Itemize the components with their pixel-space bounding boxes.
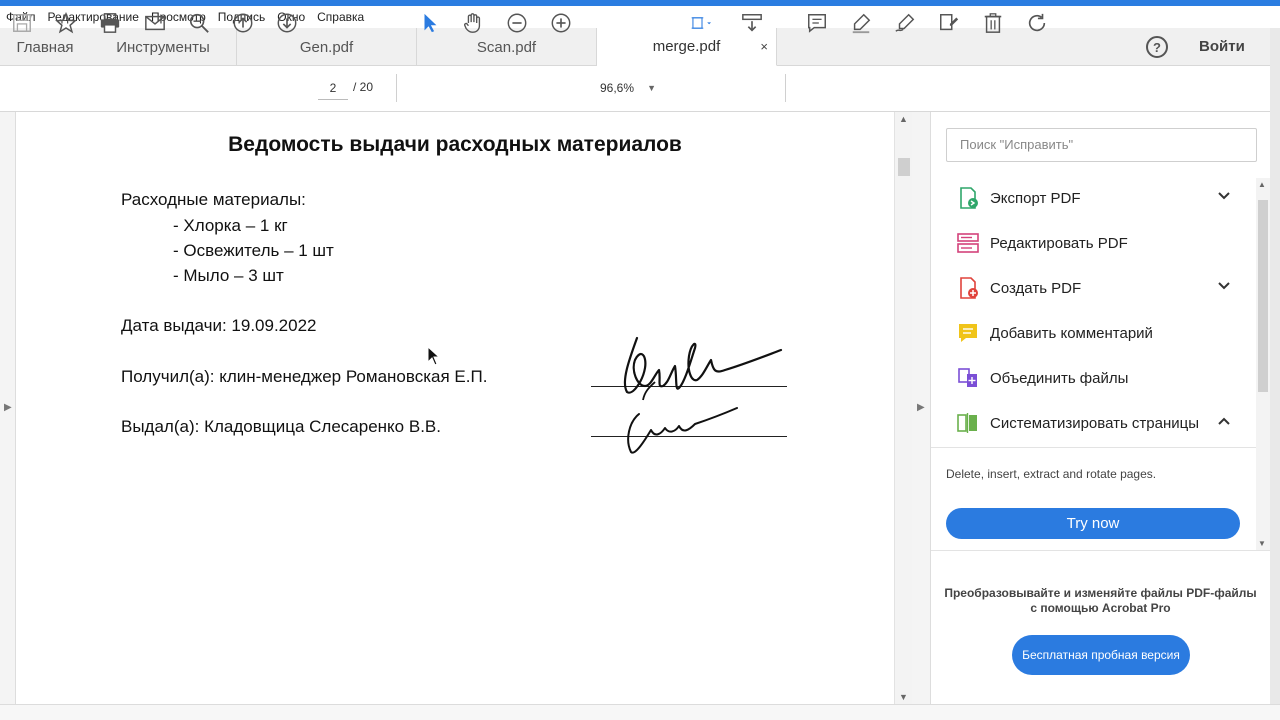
tab-label: merge.pdf <box>652 38 721 55</box>
create-pdf-icon <box>960 277 978 299</box>
promo-text: Преобразовывайте и изменяйте файлы PDF-ф… <box>931 586 1270 616</box>
help-icon[interactable]: ? <box>1146 36 1168 58</box>
material-item: - Хлорка – 1 кг <box>173 216 288 235</box>
chevron-down-icon: ▼ <box>647 83 656 93</box>
rotate-icon[interactable] <box>1025 11 1049 35</box>
zoom-search-icon[interactable] <box>187 11 211 35</box>
divider <box>931 447 1256 448</box>
tool-label: Экспорт PDF <box>990 189 1081 207</box>
free-trial-button[interactable]: Бесплатная пробная версия <box>1012 635 1190 675</box>
tools-scrollbar[interactable]: ▲ ▼ <box>1256 178 1270 550</box>
right-panel-toggle[interactable]: ▶ <box>912 112 931 704</box>
page-total: / 20 <box>353 80 374 94</box>
tab-gen-pdf[interactable]: Gen.pdf <box>237 28 417 66</box>
scroll-thumb[interactable] <box>1258 200 1268 392</box>
zoom-in-icon[interactable] <box>549 11 573 35</box>
tool-export-pdf[interactable]: Экспорт PDF <box>946 178 1242 218</box>
promo-line: Преобразовывайте и изменяйте файлы PDF-ф… <box>944 586 1257 600</box>
material-item: - Мыло – 3 шт <box>173 266 284 285</box>
sign-icon[interactable] <box>893 11 917 35</box>
tool-organize-pages[interactable]: Систематизировать страницы <box>946 403 1242 443</box>
tool-label: Редактировать PDF <box>990 234 1128 252</box>
chevron-right-icon: ▶ <box>917 402 925 413</box>
fit-page-icon[interactable] <box>685 11 719 35</box>
issue-date: Дата выдачи: 19.09.2022 <box>121 316 317 335</box>
document-title: Ведомость выдачи расходных материалов <box>228 133 682 156</box>
issued-by: Выдал(а): Кладовщица Слесаренко В.В. <box>121 417 441 436</box>
menu-help[interactable]: Справка <box>311 10 370 24</box>
organize-pages-icon <box>957 413 977 433</box>
scroll-down-icon[interactable]: ▼ <box>1258 539 1266 548</box>
mouse-cursor-icon <box>427 346 441 366</box>
tool-combine-files[interactable]: Объединить файлы <box>946 358 1242 398</box>
zoom-select[interactable]: 96,6% ▼ <box>592 76 662 100</box>
tab-label: Scan.pdf <box>476 38 537 56</box>
tool-label: Добавить комментарий <box>990 324 1153 342</box>
toolbar-divider <box>396 74 397 102</box>
edit-icon[interactable] <box>937 11 961 35</box>
toolbar-divider <box>785 74 786 102</box>
scroll-up-icon[interactable]: ▲ <box>1258 180 1266 189</box>
chevron-down-icon[interactable] <box>1216 278 1232 294</box>
try-now-button[interactable]: Try now <box>946 508 1240 539</box>
comment-tool-icon <box>959 324 977 342</box>
tool-create-pdf[interactable]: Создать PDF <box>946 268 1242 308</box>
promo-line: с помощью Acrobat Pro <box>1030 601 1171 615</box>
login-button[interactable]: Войти <box>1199 38 1245 55</box>
tool-label: Создать PDF <box>990 279 1082 297</box>
scroll-thumb[interactable] <box>898 158 910 176</box>
tool-add-comment[interactable]: Добавить комментарий <box>946 313 1242 353</box>
page-down-icon[interactable] <box>275 11 299 35</box>
window-edge <box>1270 28 1280 704</box>
export-pdf-icon <box>960 187 978 209</box>
close-tab-icon[interactable]: × <box>760 39 768 54</box>
chevron-down-icon[interactable] <box>1216 188 1232 204</box>
edit-pdf-icon <box>957 233 979 253</box>
document-scrollbar[interactable]: ▲ ▼ <box>894 112 912 704</box>
comment-icon[interactable] <box>805 11 829 35</box>
highlight-icon[interactable] <box>849 11 873 35</box>
save-icon[interactable] <box>10 11 34 35</box>
combine-files-icon <box>958 368 977 387</box>
left-panel-toggle[interactable]: ▶ <box>0 112 16 704</box>
tool-label: Объединить файлы <box>990 369 1129 387</box>
tool-edit-pdf[interactable]: Редактировать PDF <box>946 223 1242 263</box>
divider <box>931 550 1270 551</box>
materials-heading: Расходные материалы: <box>121 190 306 209</box>
chevron-up-icon[interactable] <box>1216 413 1232 429</box>
material-item: - Освежитель – 1 шт <box>173 241 334 260</box>
zoom-out-icon[interactable] <box>505 11 529 35</box>
scroll-mode-icon[interactable] <box>740 11 764 35</box>
delete-icon[interactable] <box>981 11 1005 35</box>
hand-icon[interactable] <box>461 11 485 35</box>
chevron-right-icon: ▶ <box>4 402 12 413</box>
scroll-down-icon[interactable]: ▼ <box>899 692 908 702</box>
page-number-input[interactable]: 2 <box>318 76 348 100</box>
status-bar <box>0 704 1280 720</box>
print-icon[interactable] <box>98 11 122 35</box>
handwritten-signatures <box>623 336 783 454</box>
received-by: Получил(а): клин-менеджер Романовская Е.… <box>121 367 488 386</box>
email-icon[interactable] <box>143 11 167 35</box>
tools-search-input[interactable]: Поиск "Исправить" <box>946 128 1257 162</box>
scroll-up-icon[interactable]: ▲ <box>899 114 908 124</box>
tool-label: Систематизировать страницы <box>990 414 1200 432</box>
page-up-icon[interactable] <box>231 11 255 35</box>
tool-description: Delete, insert, extract and rotate pages… <box>946 467 1157 481</box>
select-cursor-icon[interactable] <box>418 11 442 35</box>
zoom-value: 96,6% <box>600 81 635 95</box>
tab-label: Gen.pdf <box>299 38 354 56</box>
bookmark-star-icon[interactable] <box>54 11 78 35</box>
